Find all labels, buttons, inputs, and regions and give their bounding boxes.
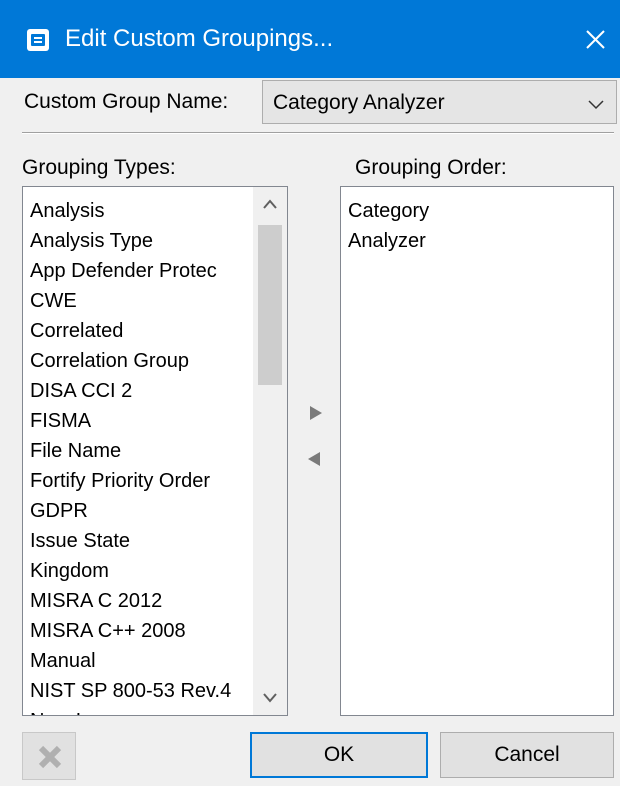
grouping-types-items: Analysis Analysis Type App Defender Protec…: [30, 197, 257, 715]
ok-button[interactable]: OK: [250, 732, 428, 778]
list-item[interactable]: GDPR: [30, 497, 257, 527]
list-item[interactable]: NIST SP 800-53 Rev.4: [30, 677, 257, 707]
list-item[interactable]: Analysis Type: [30, 227, 257, 257]
list-item[interactable]: New Issue: [30, 707, 257, 715]
list-item[interactable]: CWE: [30, 287, 257, 317]
list-item[interactable]: Issue State: [30, 527, 257, 557]
vertical-scrollbar[interactable]: [253, 187, 287, 715]
edit-custom-groupings-dialog: Edit Custom Groupings... Custom Group Na…: [0, 0, 620, 786]
list-item[interactable]: Correlated: [30, 317, 257, 347]
list-item[interactable]: File Name: [30, 437, 257, 467]
list-item[interactable]: FISMA: [30, 407, 257, 437]
scroll-up-icon[interactable]: [253, 187, 287, 221]
list-item[interactable]: MISRA C++ 2008: [30, 617, 257, 647]
cancel-button[interactable]: Cancel: [440, 732, 614, 778]
grouping-types-header: Grouping Types:: [22, 156, 176, 179]
list-item[interactable]: Category: [348, 197, 607, 227]
list-item[interactable]: Kingdom: [30, 557, 257, 587]
grouping-order-list[interactable]: Category Analyzer: [340, 186, 614, 716]
list-item[interactable]: DISA CCI 2: [30, 377, 257, 407]
list-item[interactable]: Analysis: [30, 197, 257, 227]
delete-x-icon: [38, 745, 62, 769]
list-item[interactable]: Analyzer: [348, 227, 607, 257]
delete-group-button[interactable]: [22, 732, 76, 780]
grouping-order-header: Grouping Order:: [355, 156, 507, 179]
custom-group-name-value: Category Analyzer: [273, 91, 445, 114]
list-item[interactable]: Fortify Priority Order: [30, 467, 257, 497]
window-title: Edit Custom Groupings...: [65, 25, 334, 52]
close-icon[interactable]: [570, 14, 620, 66]
app-dialog-icon: [26, 28, 50, 52]
title-bar[interactable]: Edit Custom Groupings...: [0, 0, 620, 78]
list-item[interactable]: Correlation Group: [30, 347, 257, 377]
list-item[interactable]: Manual: [30, 647, 257, 677]
scroll-down-icon[interactable]: [253, 681, 287, 715]
list-item[interactable]: MISRA C 2012: [30, 587, 257, 617]
grouping-order-items: Category Analyzer: [348, 197, 607, 715]
arrow-right-icon[interactable]: [301, 398, 331, 428]
arrow-left-icon[interactable]: [299, 444, 329, 474]
separator: [22, 132, 614, 134]
scrollbar-thumb[interactable]: [258, 225, 282, 385]
chevron-down-icon: [588, 97, 604, 110]
custom-group-name-label: Custom Group Name:: [24, 90, 229, 113]
list-item[interactable]: App Defender Protec: [30, 257, 257, 287]
custom-group-name-select[interactable]: Category Analyzer: [262, 80, 617, 124]
grouping-types-list[interactable]: Analysis Analysis Type App Defender Protec…: [22, 186, 288, 716]
